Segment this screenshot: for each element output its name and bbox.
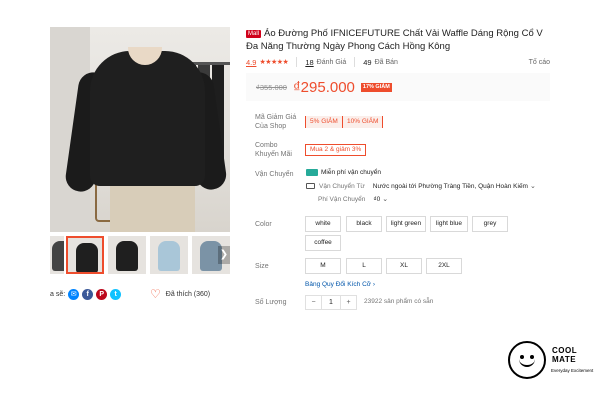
voucher-5-percent[interactable]: 5% GIẢM bbox=[305, 116, 343, 128]
combo-offer[interactable]: Mua 2 & giảm 3% bbox=[305, 144, 367, 156]
color-option-white[interactable]: white bbox=[305, 216, 341, 232]
free-shipping-text: Miễn phí vận chuyển bbox=[321, 169, 381, 176]
color-option-coffee[interactable]: coffee bbox=[305, 235, 341, 251]
quantity-decrease-button[interactable]: − bbox=[306, 296, 321, 309]
shop-voucher-label: Mã Giảm Giá Của Shop bbox=[255, 114, 297, 130]
free-shipping-icon bbox=[306, 169, 318, 176]
thumbnail-2[interactable] bbox=[66, 236, 104, 274]
thumbnail-4[interactable] bbox=[150, 236, 188, 274]
like-button[interactable]: ♡ Đã thích (360) bbox=[150, 287, 210, 301]
voucher-10-percent[interactable]: 10% GIẢM bbox=[342, 116, 384, 128]
shipping-fee-value: ₫0 bbox=[373, 195, 381, 203]
pinterest-icon[interactable]: P bbox=[96, 288, 108, 300]
size-option-m[interactable]: M bbox=[305, 258, 341, 274]
color-option-light-blue[interactable]: light blue bbox=[430, 216, 468, 232]
reviews-count[interactable]: 18 bbox=[305, 58, 313, 67]
heart-icon: ♡ bbox=[150, 287, 161, 301]
like-count-label: Đã thích (360) bbox=[165, 290, 211, 298]
main-product-image[interactable] bbox=[50, 27, 230, 232]
reviews-label: Đánh Giá bbox=[316, 58, 347, 66]
sold-label: Đã Bán bbox=[374, 58, 398, 66]
chevron-down-icon[interactable]: ⌄ bbox=[382, 195, 388, 203]
report-link[interactable]: Tố cáo bbox=[529, 59, 550, 66]
stock-available: 23922 sản phẩm có sẵn bbox=[364, 298, 434, 305]
thumbnail-3[interactable] bbox=[108, 236, 146, 274]
color-option-light-green[interactable]: light green bbox=[386, 216, 426, 232]
share-label: a sẽ: bbox=[50, 290, 66, 298]
chevron-down-icon[interactable]: ⌄ bbox=[530, 182, 536, 190]
shipping-fee-row: Phí Vận Chuyển ₫0 ⌄ bbox=[318, 195, 388, 204]
truck-icon bbox=[306, 183, 315, 189]
twitter-icon[interactable]: t bbox=[110, 288, 122, 300]
coolmate-logo-icon bbox=[508, 341, 546, 379]
brand-name-line2: MATE bbox=[552, 355, 577, 364]
divider bbox=[296, 57, 298, 67]
brand-name: COOL MATE bbox=[552, 346, 577, 364]
quantity-increase-button[interactable]: + bbox=[341, 296, 356, 309]
combo-label: Combo Khuyến Mãi bbox=[255, 142, 292, 158]
divider bbox=[354, 57, 356, 67]
shipping-fee-label: Phí Vận Chuyển bbox=[318, 195, 366, 203]
shipping-label: Vận Chuyển bbox=[255, 171, 294, 178]
original-price: ₫355.000 bbox=[256, 82, 287, 92]
size-option-xl[interactable]: XL bbox=[386, 258, 422, 274]
shipping-from-row: Vận Chuyển Từ Nước ngoài tới Phường Tràn… bbox=[306, 182, 536, 190]
thumbnail-strip bbox=[50, 236, 230, 274]
free-shipping-row: Miễn phí vận chuyển bbox=[306, 169, 381, 176]
shipping-destination[interactable]: Nước ngoài tới Phường Tràng Tiền, Quận H… bbox=[373, 183, 528, 190]
color-label: Color bbox=[255, 221, 272, 228]
sale-price: ₫295.000 bbox=[292, 78, 355, 96]
sold-count: 49 bbox=[363, 57, 372, 67]
size-label: Size bbox=[255, 263, 269, 270]
thumbnail-1[interactable] bbox=[50, 236, 64, 274]
quantity-label: Số Lượng bbox=[255, 299, 287, 306]
shipping-from-label: Vận Chuyển Từ bbox=[319, 182, 365, 190]
image-pants bbox=[110, 182, 195, 232]
discount-badge: 17% GIẢM bbox=[360, 82, 392, 92]
rating-value[interactable]: 4.9 bbox=[246, 58, 256, 67]
image-black-sweater bbox=[90, 51, 205, 186]
rating-stars-icon: ★★★★★ bbox=[259, 59, 289, 66]
quantity-input[interactable]: 1 bbox=[321, 296, 341, 309]
brand-tagline: Everyday Excitement bbox=[551, 368, 594, 373]
facebook-icon[interactable]: f bbox=[82, 288, 94, 300]
share-row: a sẽ: ✉ f P t bbox=[50, 287, 122, 301]
quantity-stepper: − 1 + bbox=[305, 295, 357, 310]
color-option-black[interactable]: black bbox=[346, 216, 382, 232]
brand-name-line1: COOL bbox=[552, 346, 578, 355]
messenger-icon[interactable]: ✉ bbox=[68, 288, 80, 300]
product-title: Mall Áo Đường Phố IFNICEFUTURE Chất Vải W… bbox=[246, 28, 551, 53]
mall-badge: Mall bbox=[246, 30, 262, 38]
size-option-2xl[interactable]: 2XL bbox=[426, 258, 462, 274]
size-option-l[interactable]: L bbox=[346, 258, 382, 274]
product-stats: 4.9 ★★★★★ 18 Đánh Giá 49 Đã Bán Tố cáo bbox=[246, 56, 550, 68]
thumbnail-next-arrow-icon[interactable]: ❯ bbox=[218, 246, 230, 264]
color-option-grey[interactable]: grey bbox=[472, 216, 508, 232]
product-title-text: Áo Đường Phố IFNICEFUTURE Chất Vải Waffl… bbox=[246, 28, 543, 52]
price-box: ₫355.000 ₫295.000 17% GIẢM bbox=[246, 73, 550, 101]
size-guide-link[interactable]: Bảng Quy Đổi Kích Cỡ › bbox=[305, 281, 375, 288]
